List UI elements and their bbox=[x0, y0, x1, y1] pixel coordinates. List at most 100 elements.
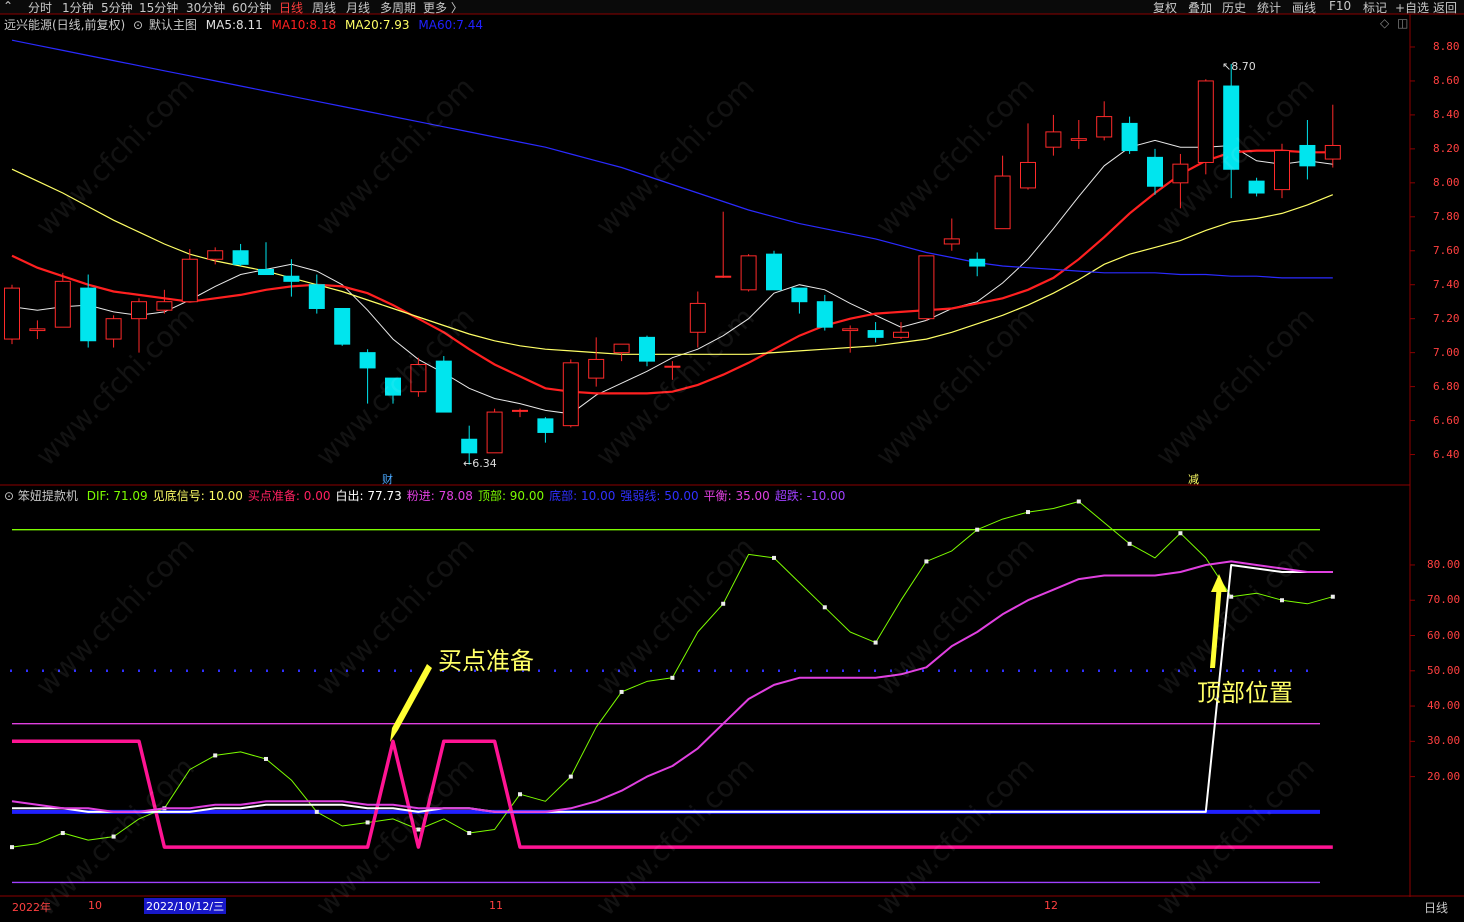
candle-body bbox=[283, 275, 300, 282]
x-label-oct: 10 bbox=[88, 899, 102, 912]
sub-line-白出 bbox=[12, 564, 1333, 813]
price-axis-label: 8.20 bbox=[1433, 141, 1460, 155]
candle-body bbox=[1045, 131, 1062, 148]
candle-body bbox=[1248, 180, 1265, 194]
price-axis-label: 7.00 bbox=[1433, 345, 1460, 359]
candle-body bbox=[486, 411, 503, 454]
dif-dot bbox=[619, 689, 624, 694]
candle-body bbox=[435, 360, 452, 413]
dif-dot bbox=[10, 845, 14, 850]
candle-body bbox=[1020, 161, 1036, 189]
dif-dot bbox=[1127, 541, 1132, 546]
price-axis-label: 8.60 bbox=[1433, 73, 1460, 87]
candle-body bbox=[334, 307, 351, 345]
dif-dot bbox=[60, 831, 65, 836]
price-axis-label: 6.40 bbox=[1433, 447, 1460, 461]
candle-body bbox=[994, 175, 1011, 230]
candle-body bbox=[181, 258, 198, 303]
price-axis-label: 8.00 bbox=[1433, 175, 1460, 189]
top-position-annotation: 顶部位置 bbox=[1197, 679, 1293, 707]
sub-line-粉进 bbox=[11, 560, 1333, 813]
reduce-marker[interactable]: 减 bbox=[1188, 471, 1199, 487]
candle-body bbox=[842, 328, 859, 332]
candle-body bbox=[867, 330, 884, 338]
candle-body bbox=[943, 238, 960, 245]
dif-dot bbox=[772, 555, 776, 560]
buy-prep-arrow bbox=[390, 664, 432, 742]
candle-body bbox=[740, 255, 757, 291]
candle-body bbox=[1299, 144, 1316, 167]
x-label-dec: 12 bbox=[1044, 899, 1058, 912]
candle-body bbox=[410, 364, 427, 393]
dif-dot bbox=[518, 792, 522, 797]
sub-line-买点准备 bbox=[12, 739, 1333, 849]
top-position-arrowhead bbox=[1211, 574, 1227, 592]
dif-dot bbox=[467, 831, 472, 836]
dif-dot bbox=[416, 827, 421, 832]
dif-dot bbox=[1076, 499, 1081, 504]
sub-axis-label: 30.00 bbox=[1427, 734, 1461, 748]
price-axis-label: 6.60 bbox=[1433, 413, 1460, 427]
dif-dot bbox=[213, 753, 218, 758]
candle-body bbox=[1121, 122, 1138, 152]
candle-body bbox=[715, 275, 732, 278]
sub-axis-label: 80.00 bbox=[1427, 557, 1461, 571]
dif-dot bbox=[111, 834, 116, 839]
sub-line-DIF bbox=[11, 501, 1333, 848]
dif-dot bbox=[822, 605, 827, 610]
candle-body bbox=[969, 258, 986, 267]
ma-line-ma10 bbox=[11, 149, 1333, 395]
candle-body bbox=[639, 336, 655, 362]
dif-dot bbox=[873, 640, 878, 645]
price-axis-label: 7.20 bbox=[1433, 311, 1460, 325]
top-position-arrow bbox=[1210, 584, 1222, 668]
candle-body bbox=[918, 255, 935, 320]
price-axis-label: 8.80 bbox=[1433, 39, 1460, 53]
stock-chart bbox=[0, 13, 1464, 916]
price-axis-label: 7.60 bbox=[1433, 243, 1460, 257]
dif-dot bbox=[924, 559, 929, 564]
candle-body bbox=[588, 358, 605, 379]
dif-dot bbox=[670, 675, 675, 680]
dif-dot bbox=[1026, 510, 1030, 515]
candle-body bbox=[791, 287, 808, 303]
price-axis-label: 6.80 bbox=[1433, 379, 1460, 393]
candle-body bbox=[80, 287, 97, 342]
dif-dot bbox=[365, 820, 370, 825]
candle-body bbox=[258, 268, 274, 276]
finance-marker[interactable]: 财 bbox=[382, 471, 393, 487]
candle-body bbox=[512, 409, 528, 412]
dif-dot bbox=[264, 756, 268, 761]
candle-body bbox=[207, 250, 224, 260]
dif-dot bbox=[1280, 598, 1284, 603]
candle-body bbox=[1070, 138, 1087, 141]
candle-body bbox=[308, 284, 325, 309]
candle-body bbox=[359, 352, 376, 369]
price-axis-label: 7.80 bbox=[1433, 209, 1460, 223]
price-axis-label: 7.40 bbox=[1433, 277, 1460, 291]
candle-body bbox=[4, 287, 20, 340]
candle-body bbox=[131, 301, 147, 320]
price-axis-label: 8.40 bbox=[1433, 107, 1460, 121]
candle-body bbox=[562, 362, 579, 427]
candle-body bbox=[689, 302, 706, 333]
high-price-label: ↖8.70 bbox=[1222, 60, 1256, 73]
period-label[interactable]: 日线 bbox=[1424, 899, 1448, 916]
dif-dot bbox=[1178, 531, 1183, 536]
candle-body bbox=[1223, 85, 1240, 170]
dif-dot bbox=[975, 527, 980, 532]
candle-body bbox=[105, 318, 122, 340]
x-label-nov: 11 bbox=[489, 899, 503, 912]
candle-body bbox=[1147, 156, 1163, 187]
candle-body bbox=[1172, 163, 1189, 184]
candle-body bbox=[385, 377, 401, 396]
low-price-label: ←6.34 bbox=[463, 457, 497, 470]
buy-prep-annotation: 买点准备 bbox=[438, 647, 534, 675]
sub-axis-label: 40.00 bbox=[1427, 699, 1461, 713]
candle-body bbox=[1197, 80, 1214, 163]
candle-body bbox=[766, 253, 782, 291]
candle-body bbox=[29, 328, 46, 332]
sub-axis-label: 50.00 bbox=[1427, 663, 1461, 677]
ma-line-ma20 bbox=[11, 168, 1334, 355]
candle-body bbox=[664, 365, 681, 368]
